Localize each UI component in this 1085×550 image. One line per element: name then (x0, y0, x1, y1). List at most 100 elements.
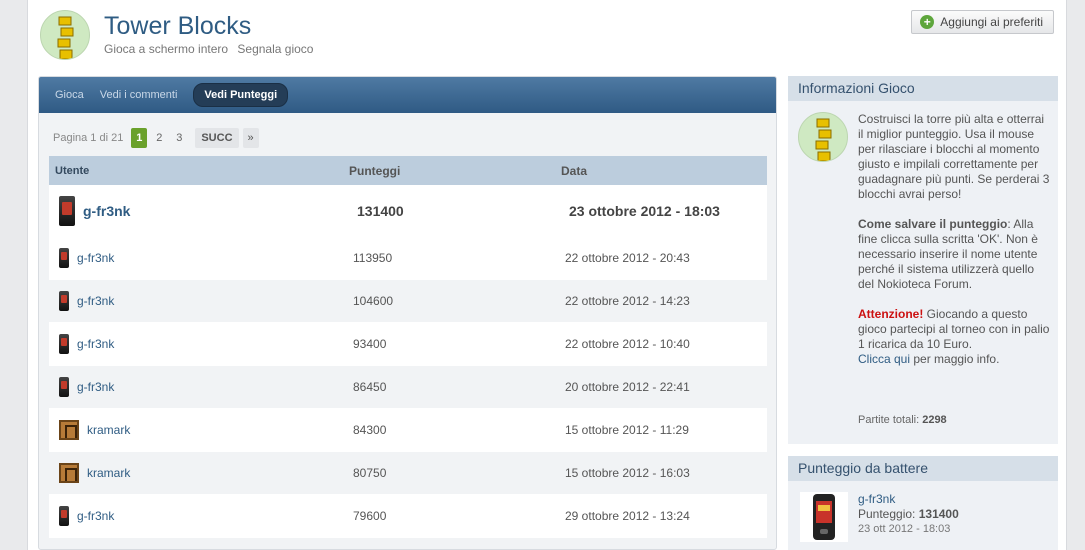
beat-avatar (800, 492, 848, 542)
cell-user: g-fr3nk (49, 248, 343, 268)
cell-date: 22 ottobre 2012 - 20:43 (565, 251, 690, 265)
tournament-notice: Attenzione! Giocando a questo gioco part… (858, 307, 1050, 367)
add-favorites-button[interactable]: + Aggiungi ai preferiti (911, 10, 1054, 34)
game-info-text: Costruisci la torre più alta e otterrai … (858, 112, 1050, 382)
beat-user-link[interactable]: g-fr3nk (858, 492, 959, 507)
cell-date: 15 ottobre 2012 - 11:29 (565, 423, 689, 437)
total-games: Partite totali: 2298 (858, 414, 947, 426)
table-row: kramark 84300 15 ottobre 2012 - 11:29 (49, 409, 767, 452)
header-score: Punteggi (349, 163, 401, 178)
table-body: g-fr3nk 131400 23 ottobre 2012 - 18:03 g-fr… (49, 185, 767, 538)
cell-user: g-fr3nk (49, 506, 343, 526)
tower-icon (57, 16, 74, 59)
table-row: kramark 80750 15 ottobre 2012 - 16:03 (49, 452, 767, 495)
table-row: g-fr3nk 86450 20 ottobre 2012 - 22:41 (49, 366, 767, 409)
cell-score: 86450 (353, 380, 387, 394)
beat-score-label: Punteggio: (858, 507, 919, 521)
phone-avatar-icon (59, 377, 69, 397)
header-date: Data (561, 163, 588, 178)
info-thumbnail (798, 112, 848, 162)
cell-date: 22 ottobre 2012 - 10:40 (565, 337, 690, 351)
cell-date: 15 ottobre 2012 - 16:03 (565, 466, 690, 480)
user-link[interactable]: g-fr3nk (77, 380, 114, 394)
game-links: Gioca a schermo intero Segnala gioco (104, 42, 319, 56)
cell-score: 131400 (357, 202, 404, 219)
save-instructions: Come salvare il punteggio: Alla fine cli… (858, 217, 1050, 292)
gate-avatar-icon (59, 463, 79, 483)
header-user: Utente (55, 164, 90, 177)
phone-avatar-icon (59, 248, 69, 268)
cell-user: kramark (49, 420, 343, 440)
phone-avatar-icon (59, 334, 69, 354)
cell-user: g-fr3nk (49, 195, 343, 226)
user-link[interactable]: kramark (87, 466, 130, 480)
cell-score: 113950 (353, 251, 393, 265)
beat-score-value: 131400 (918, 507, 959, 521)
more-info-link[interactable]: Clicca qui (858, 352, 910, 366)
cell-score: 79600 (353, 509, 387, 523)
save-title: Come salvare il punteggio (858, 217, 1008, 231)
beat-date: 23 ott 2012 - 18:03 (858, 523, 951, 535)
user-link[interactable]: g-fr3nk (77, 294, 114, 308)
table-header: Utente Punteggi Data (49, 156, 767, 185)
total-value: 2298 (922, 414, 947, 426)
phone-avatar-icon (59, 195, 75, 226)
tab-comments[interactable]: Vedi i commenti (94, 84, 184, 106)
cell-date: 22 ottobre 2012 - 14:23 (565, 294, 690, 308)
game-info-box: Informazioni Gioco Costruisci la torre p… (788, 76, 1058, 444)
table-row: g-fr3nk 104600 22 ottobre 2012 - 14:23 (49, 280, 767, 323)
game-description: Costruisci la torre più alta e otterrai … (858, 112, 1050, 201)
user-link[interactable]: kramark (87, 423, 130, 437)
scores-panel: Gioca Vedi i commenti Vedi Punteggi Pagi… (38, 76, 777, 550)
cell-date: 20 ottobre 2012 - 22:41 (565, 380, 690, 394)
table-row: g-fr3nk 131400 23 ottobre 2012 - 18:03 (49, 185, 767, 237)
gate-avatar-icon (59, 420, 79, 440)
phone-icon (813, 494, 835, 540)
warn-title: Attenzione! (858, 307, 924, 321)
page-3-link[interactable]: 3 (171, 128, 187, 148)
table-row: g-fr3nk 113950 22 ottobre 2012 - 20:43 (49, 237, 767, 280)
cell-score: 84300 (353, 423, 387, 437)
report-game-link[interactable]: Segnala gioco (237, 42, 313, 56)
cell-user: kramark (49, 463, 343, 483)
user-link[interactable]: g-fr3nk (77, 337, 114, 351)
page-title: Tower Blocks (104, 12, 252, 40)
table-row: g-fr3nk 79600 29 ottobre 2012 - 13:24 (49, 495, 767, 538)
more-info-text: per maggio info. (910, 352, 1000, 366)
tab-bar: Gioca Vedi i commenti Vedi Punteggi (39, 77, 776, 113)
plus-icon: + (920, 15, 935, 29)
total-label: Partite totali: (858, 414, 923, 426)
tab-scores[interactable]: Vedi Punteggi (193, 83, 289, 107)
tab-play[interactable]: Gioca (49, 84, 90, 106)
user-link[interactable]: g-fr3nk (77, 251, 114, 265)
user-link[interactable]: g-fr3nk (77, 509, 114, 523)
fullscreen-link[interactable]: Gioca a schermo intero (104, 42, 228, 56)
pagination-label: Pagina 1 di 21 (53, 132, 124, 144)
cell-date: 23 ottobre 2012 - 18:03 (569, 202, 720, 219)
table-row: g-fr3nk 93400 22 ottobre 2012 - 10:40 (49, 323, 767, 366)
game-thumbnail (40, 10, 90, 60)
user-link[interactable]: g-fr3nk (83, 203, 130, 219)
page-2-link[interactable]: 2 (151, 128, 167, 148)
game-info-title: Informazioni Gioco (788, 76, 1058, 101)
beat-details: g-fr3nk Punteggio: 131400 23 ott 2012 - … (858, 492, 959, 537)
add-favorites-label: Aggiungi ai preferiti (940, 15, 1043, 29)
next-page-button[interactable]: SUCC (195, 128, 239, 148)
tower-icon (815, 118, 832, 161)
cell-user: g-fr3nk (49, 291, 343, 311)
scores-table: Utente Punteggi Data g-fr3nk 131400 23 ott… (49, 156, 767, 538)
phone-avatar-icon (59, 506, 69, 526)
pagination: Pagina 1 di 21 1 2 3 SUCC » (53, 128, 259, 148)
cell-user: g-fr3nk (49, 334, 343, 354)
beat-score: Punteggio: 131400 (858, 507, 959, 522)
cell-score: 104600 (353, 294, 394, 308)
last-page-button[interactable]: » (242, 128, 259, 148)
cell-score: 93400 (353, 337, 387, 351)
cell-date: 29 ottobre 2012 - 13:24 (565, 509, 690, 523)
cell-user: g-fr3nk (49, 377, 343, 397)
phone-avatar-icon (59, 291, 69, 311)
score-to-beat-title: Punteggio da battere (788, 456, 1058, 481)
cell-score: 80750 (353, 466, 387, 480)
page-1-link[interactable]: 1 (131, 128, 148, 148)
page-container: Tower Blocks Gioca a schermo intero Segn… (27, 0, 1067, 550)
